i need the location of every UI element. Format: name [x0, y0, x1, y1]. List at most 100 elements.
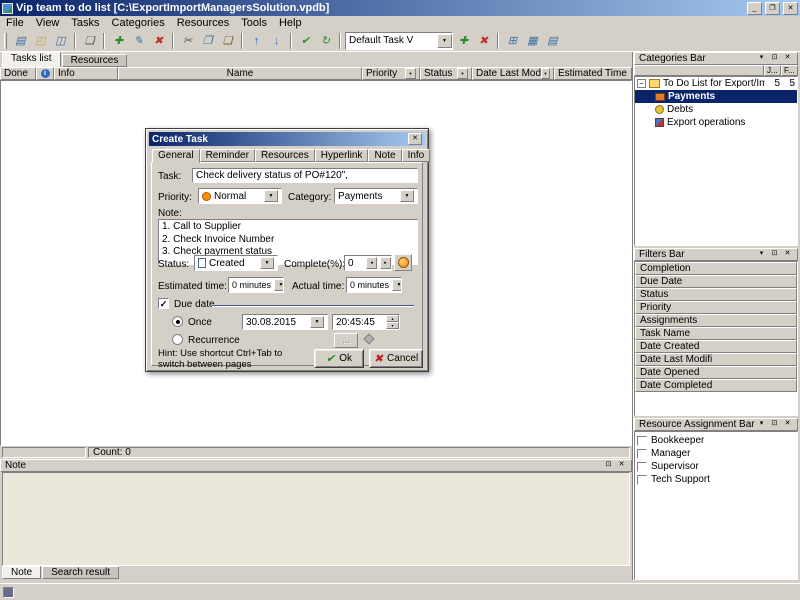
- dialog-close-icon[interactable]: ✕: [408, 133, 422, 145]
- filter-assignments[interactable]: Assignments: [635, 314, 797, 327]
- chevron-down-icon[interactable]: ▼: [392, 279, 402, 291]
- tree-item-payments[interactable]: Payments: [635, 90, 797, 103]
- resource-bookkeeper[interactable]: Bookkeeper: [637, 434, 795, 447]
- estimated-time-combo[interactable]: 0 minutes ▼: [228, 277, 284, 293]
- categories-col1[interactable]: J...: [764, 65, 781, 76]
- chevron-down-icon[interactable]: ▼: [310, 316, 324, 328]
- chevron-down-icon[interactable]: ▼: [264, 190, 278, 202]
- move-up-button[interactable]: ↑: [247, 32, 266, 50]
- pin-icon[interactable]: ⊡: [769, 249, 780, 260]
- chevron-down-icon[interactable]: ▼: [260, 257, 274, 269]
- column-priority[interactable]: Priority▼: [362, 67, 420, 80]
- tree-item-export-operations[interactable]: Export operations: [635, 116, 797, 129]
- open-file-button[interactable]: ◰: [31, 32, 50, 50]
- spin-up-icon[interactable]: ▴: [386, 315, 399, 322]
- resource-manager[interactable]: Manager: [637, 447, 795, 460]
- close-button[interactable]: ✕: [783, 2, 798, 15]
- due-time-stepper[interactable]: 20:45:45 ▴ ▾: [332, 314, 400, 330]
- mark-complete-button[interactable]: ✔: [296, 32, 315, 50]
- column-status[interactable]: Status▼: [420, 67, 472, 80]
- categories-col2[interactable]: F...: [781, 65, 798, 76]
- save-template-button[interactable]: ✚: [454, 32, 473, 50]
- step-left-icon[interactable]: ◂: [366, 257, 377, 269]
- pin-icon[interactable]: ⊡: [769, 53, 780, 64]
- tree-item-debts[interactable]: Debts: [635, 103, 797, 116]
- filter-date-opened[interactable]: Date Opened: [635, 366, 797, 379]
- menu-help[interactable]: Help: [273, 17, 308, 30]
- recurrence-more-button[interactable]: ...: [334, 333, 358, 348]
- edit-task-button[interactable]: ✎: [129, 32, 148, 50]
- print-button[interactable]: ❏: [80, 32, 99, 50]
- pin-icon[interactable]: ⊡: [603, 460, 614, 471]
- column-info[interactable]: Info: [54, 67, 118, 80]
- resource-supervisor[interactable]: Supervisor: [637, 460, 795, 473]
- due-date-checkbox[interactable]: ✓: [158, 298, 169, 309]
- copy-button[interactable]: ❐: [198, 32, 217, 50]
- menu-resources[interactable]: Resources: [171, 17, 236, 30]
- close-icon[interactable]: ✕: [782, 419, 793, 430]
- collapse-icon[interactable]: −: [637, 79, 646, 88]
- complete-stepper[interactable]: 0 ◂ ▸: [344, 255, 392, 271]
- column-info-icon-header[interactable]: i: [36, 67, 54, 80]
- categories-name-column[interactable]: [634, 65, 764, 76]
- once-radio[interactable]: [172, 316, 183, 327]
- task-input[interactable]: Check delivery status of PO#120",: [192, 168, 418, 183]
- cancel-button[interactable]: ✖ Cancel: [369, 349, 423, 368]
- menu-file[interactable]: File: [0, 17, 30, 30]
- columns-button[interactable]: ▦: [523, 32, 542, 50]
- dialog-tab-general[interactable]: General: [152, 149, 200, 163]
- dialog-tab-hyperlink[interactable]: Hyperlink: [315, 149, 369, 162]
- supervisor-checkbox[interactable]: [637, 462, 647, 472]
- column-name[interactable]: Name: [118, 67, 362, 80]
- column-estimated-time[interactable]: Estimated Time: [554, 67, 632, 80]
- details-button[interactable]: ▤: [543, 32, 562, 50]
- due-date-picker[interactable]: 30.08.2015 ▼: [242, 314, 328, 330]
- priority-combo[interactable]: Normal ▼: [198, 188, 282, 204]
- priority-filter-icon[interactable]: ▼: [405, 68, 416, 79]
- delete-template-button[interactable]: ✖: [474, 32, 493, 50]
- chevron-down-icon[interactable]: ▾: [756, 249, 767, 260]
- manager-checkbox[interactable]: [637, 449, 647, 459]
- menu-categories[interactable]: Categories: [106, 17, 171, 30]
- add-task-button[interactable]: ✚: [109, 32, 128, 50]
- maximize-button[interactable]: ❐: [765, 2, 780, 15]
- new-list-button[interactable]: ▤: [11, 32, 30, 50]
- actual-time-combo[interactable]: 0 minutes ▼: [346, 277, 402, 293]
- filter-date-completed[interactable]: Date Completed: [635, 379, 797, 392]
- recurrence-radio[interactable]: [172, 334, 183, 345]
- step-right-icon[interactable]: ▸: [380, 257, 391, 269]
- timer-button[interactable]: [394, 254, 412, 271]
- tab-tasks-list[interactable]: Tasks list: [2, 52, 61, 67]
- tab-search-result[interactable]: Search result: [42, 566, 119, 579]
- tech-support-checkbox[interactable]: [637, 475, 647, 485]
- status-combo[interactable]: Created ▼: [194, 255, 278, 271]
- close-icon[interactable]: ✕: [782, 249, 793, 260]
- filter-date-last-modified[interactable]: Date Last Modifi: [635, 353, 797, 366]
- note-panel-body[interactable]: [2, 472, 630, 566]
- task-template-combo[interactable]: Default Task V ▼: [345, 32, 453, 50]
- delete-task-button[interactable]: ✖: [149, 32, 168, 50]
- dialog-tab-resources[interactable]: Resources: [255, 149, 315, 162]
- chevron-down-icon[interactable]: ▾: [756, 53, 767, 64]
- paste-button[interactable]: ❏: [218, 32, 237, 50]
- ok-button[interactable]: ✔ Ok: [314, 349, 364, 368]
- chevron-down-icon[interactable]: ▼: [274, 279, 284, 291]
- filter-completion[interactable]: Completion: [635, 262, 797, 275]
- move-down-button[interactable]: ↓: [267, 32, 286, 50]
- dialog-tab-reminder[interactable]: Reminder: [200, 149, 255, 162]
- group-by-button[interactable]: ⊞: [503, 32, 522, 50]
- menu-view[interactable]: View: [30, 17, 66, 30]
- close-icon[interactable]: ✕: [782, 53, 793, 64]
- tree-root-row[interactable]: − To Do List for Export/Import Man 5 5: [635, 77, 797, 90]
- filter-status[interactable]: Status: [635, 288, 797, 301]
- filter-priority[interactable]: Priority: [635, 301, 797, 314]
- pin-icon[interactable]: ⊡: [769, 419, 780, 430]
- status-filter-icon[interactable]: ▼: [457, 68, 468, 79]
- chevron-down-icon[interactable]: ▼: [437, 34, 452, 48]
- filter-date-created[interactable]: Date Created: [635, 340, 797, 353]
- date-filter-icon[interactable]: ▼: [541, 68, 550, 79]
- refresh-button[interactable]: ↻: [316, 32, 335, 50]
- tab-resources[interactable]: Resources: [62, 54, 128, 67]
- menu-tools[interactable]: Tools: [235, 17, 273, 30]
- chevron-down-icon[interactable]: ▾: [756, 419, 767, 430]
